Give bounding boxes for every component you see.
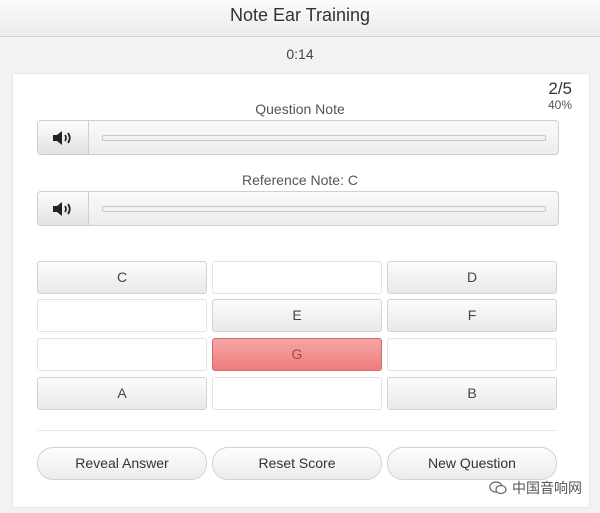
reference-audio-player [37, 191, 559, 226]
note-slot-g-sharp [387, 338, 557, 371]
question-progress-track[interactable] [102, 135, 546, 141]
wechat-icon [489, 481, 507, 495]
note-slot-a-sharp [212, 377, 382, 410]
speaker-icon [53, 201, 71, 216]
note-button-g[interactable]: G [212, 338, 382, 371]
reference-note-label: Reference Note: C [242, 172, 358, 188]
note-button-e[interactable]: E [212, 299, 382, 332]
question-audio-player [37, 120, 559, 155]
note-button-b[interactable]: B [387, 377, 557, 410]
divider [37, 430, 557, 431]
note-button-f[interactable]: F [387, 299, 557, 332]
app-title: Note Ear Training [229, 5, 371, 25]
note-slot-d-sharp [37, 299, 207, 332]
reference-play-button[interactable] [38, 192, 89, 225]
note-slot-f-sharp [37, 338, 207, 371]
watermark-text: 中国音响网 [512, 480, 582, 496]
timer: 0:14 [286, 46, 314, 62]
score-fraction: 2/5 [548, 79, 572, 98]
speaker-icon [53, 130, 71, 145]
new-question-button[interactable]: New Question [387, 447, 557, 480]
note-slot-c-sharp [212, 261, 382, 294]
reset-score-button[interactable]: Reset Score [212, 447, 382, 480]
question-play-button[interactable] [38, 121, 89, 154]
question-note-label: Question Note [255, 101, 345, 117]
reveal-answer-button[interactable]: Reveal Answer [37, 447, 207, 480]
note-button-d[interactable]: D [387, 261, 557, 294]
note-button-a[interactable]: A [37, 377, 207, 410]
watermark: 中国音响网 [489, 478, 582, 498]
reference-progress-track[interactable] [102, 206, 546, 212]
note-button-c[interactable]: C [37, 261, 207, 294]
app-title-bar: Note Ear Training [0, 0, 600, 37]
